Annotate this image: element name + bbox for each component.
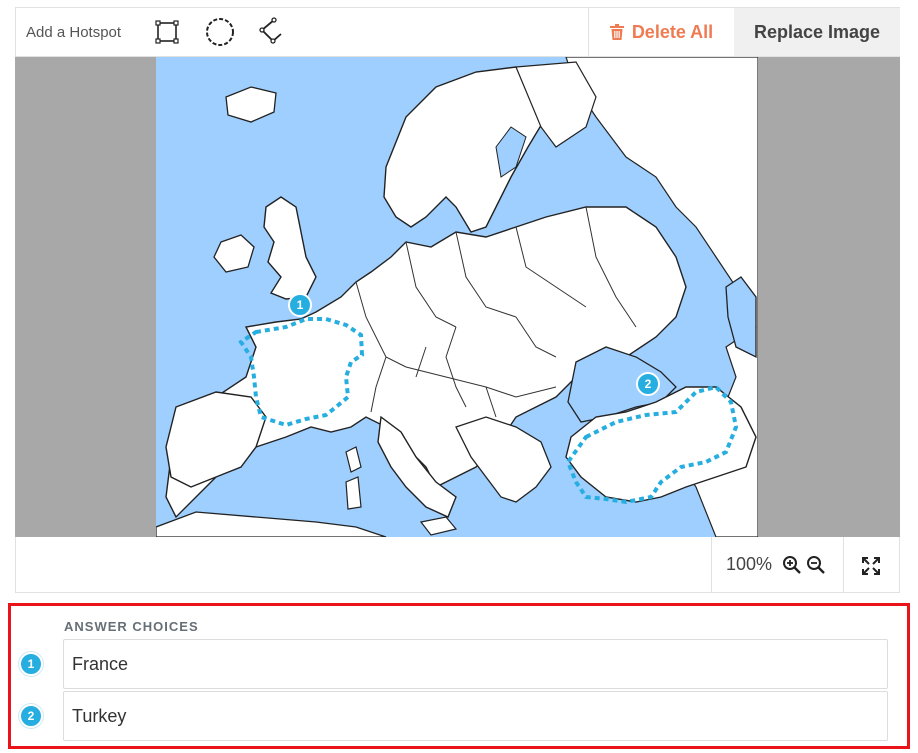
hotspot-toolbar: Add a Hotspot Delete All Replace Image [15, 7, 900, 57]
expand-icon [862, 557, 880, 575]
zoom-in-icon [783, 555, 801, 574]
polygon-select-icon [259, 17, 282, 44]
add-hotspot-label: Add a Hotspot [26, 24, 122, 41]
answer-choice-input[interactable]: France [63, 639, 888, 689]
delete-all-label: Delete All [631, 21, 714, 42]
replace-image-button[interactable]: Replace Image [734, 8, 900, 56]
answer-number-badge: 1 [19, 652, 43, 676]
hotspot-marker-number: 2 [644, 377, 652, 391]
trash-icon [609, 24, 624, 40]
zoom-in-button[interactable] [780, 553, 804, 577]
answer-choices-panel: ANSWER CHOICES 1 France 2 Turkey [8, 603, 910, 749]
polygon-tool-button[interactable] [256, 16, 288, 48]
europe-map-image[interactable]: 1 2 [156, 57, 758, 537]
zoom-out-icon [807, 555, 825, 574]
image-canvas: 1 2 [15, 57, 900, 537]
answer-choice-row: 2 Turkey [11, 691, 907, 741]
delete-all-button[interactable]: Delete All [588, 8, 734, 56]
circle-select-icon [206, 18, 234, 46]
answer-choices-heading: ANSWER CHOICES [64, 619, 199, 634]
rectangle-select-icon [155, 20, 179, 44]
zoom-level: 100% [726, 554, 773, 574]
replace-image-label: Replace Image [753, 21, 881, 42]
zoom-controls: 100% [711, 537, 844, 592]
hotspot-marker-2[interactable]: 2 [637, 375, 659, 393]
answer-choice-input[interactable]: Turkey [63, 691, 888, 741]
circle-tool-button[interactable] [204, 16, 236, 48]
hotspot-marker-1[interactable]: 1 [289, 296, 311, 314]
zoom-bar: 100% [15, 537, 900, 593]
hotspot-marker-number: 1 [296, 298, 304, 312]
zoom-out-button[interactable] [804, 553, 828, 577]
answer-number-badge: 2 [19, 704, 43, 728]
answer-choice-row: 1 France [11, 639, 907, 689]
europe-map-svg [156, 57, 758, 537]
rectangle-tool-button[interactable] [151, 16, 183, 48]
fullscreen-button[interactable] [856, 551, 886, 581]
